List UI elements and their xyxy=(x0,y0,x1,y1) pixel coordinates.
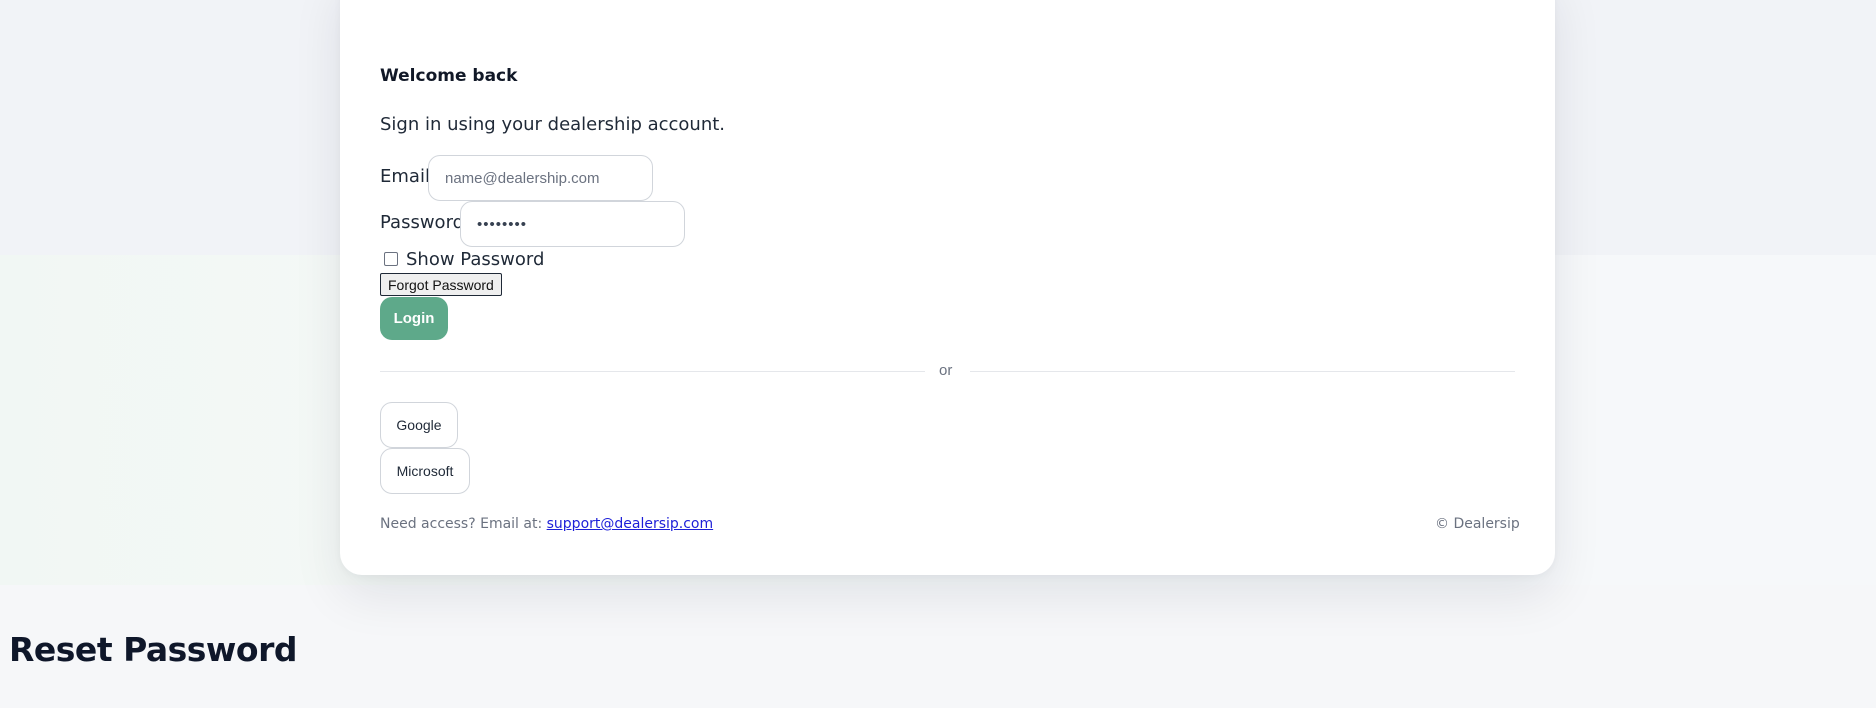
login-card xyxy=(340,0,1555,575)
access-info: Need access? Email at: support@dealersip… xyxy=(380,516,713,532)
show-password-checkbox[interactable] xyxy=(384,251,398,266)
reset-password-heading: Reset Password xyxy=(9,630,298,669)
microsoft-login-button[interactable]: Microsoft xyxy=(380,448,470,494)
divider-line-right xyxy=(970,371,1515,372)
access-info-text: Need access? Email at: xyxy=(380,516,547,532)
email-label: Email xyxy=(380,166,430,187)
email-input[interactable] xyxy=(428,155,653,201)
show-password-label: Show Password xyxy=(406,249,545,270)
copyright-text: © Dealersip xyxy=(1435,516,1520,532)
divider-text: or xyxy=(939,362,953,379)
forgot-password-button[interactable]: Forgot Password xyxy=(380,273,502,296)
divider-line-left xyxy=(380,371,925,372)
login-button[interactable]: Login xyxy=(380,297,448,340)
password-input[interactable] xyxy=(460,201,685,247)
login-subtitle: Sign in using your dealership account. xyxy=(380,114,726,135)
support-email-link[interactable]: support@dealersip.com xyxy=(547,516,714,532)
google-login-button[interactable]: Google xyxy=(380,402,458,448)
password-label: Password xyxy=(380,212,465,233)
show-password-toggle[interactable]: Show Password xyxy=(384,249,544,270)
welcome-heading: Welcome back xyxy=(380,66,518,86)
